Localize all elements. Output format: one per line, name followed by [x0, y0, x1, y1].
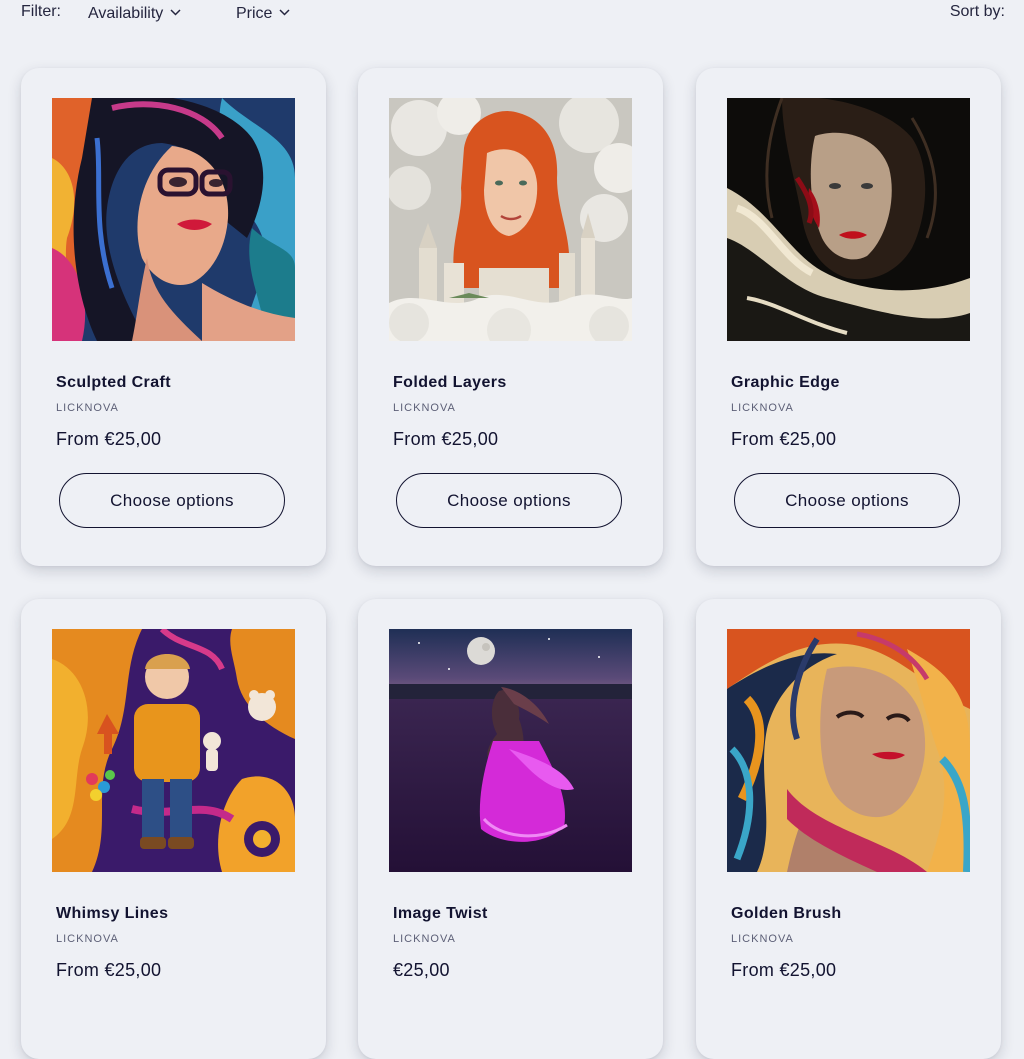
product-vendor: LICKNOVA — [393, 933, 456, 945]
product-card[interactable]: Whimsy Lines LICKNOVA From €25,00 — [21, 599, 326, 1059]
product-image[interactable] — [389, 629, 632, 872]
choose-options-button[interactable]: Choose options — [396, 473, 622, 528]
price-filter-dropdown[interactable]: Price — [236, 3, 290, 23]
availability-filter-label: Availability — [88, 5, 164, 22]
product-price: From €25,00 — [56, 429, 162, 449]
product-price: €25,00 — [393, 960, 450, 980]
product-card[interactable]: Sculpted Craft LICKNOVA From €25,00 Choo… — [21, 68, 326, 566]
product-image[interactable] — [727, 629, 970, 872]
product-card[interactable]: Folded Layers LICKNOVA From €25,00 Choos… — [358, 68, 663, 566]
product-price: From €25,00 — [731, 429, 837, 449]
product-vendor: LICKNOVA — [56, 402, 119, 414]
product-image[interactable] — [389, 98, 632, 341]
product-title[interactable]: Folded Layers — [393, 374, 507, 392]
availability-filter-dropdown[interactable]: Availability — [88, 3, 181, 23]
chevron-down-icon — [279, 3, 290, 21]
product-title[interactable]: Sculpted Craft — [56, 374, 171, 392]
filter-bar: Filter: Availability Price Sort by: — [0, 0, 1024, 26]
product-title[interactable]: Image Twist — [393, 905, 488, 923]
product-card[interactable]: Image Twist LICKNOVA €25,00 — [358, 599, 663, 1059]
product-price: From €25,00 — [56, 960, 162, 980]
product-vendor: LICKNOVA — [731, 933, 794, 945]
product-title[interactable]: Golden Brush — [731, 905, 842, 923]
product-price: From €25,00 — [731, 960, 837, 980]
sort-by-label: Sort by: — [949, 3, 1005, 20]
chevron-down-icon — [170, 3, 181, 21]
product-price: From €25,00 — [393, 429, 499, 449]
product-vendor: LICKNOVA — [393, 402, 456, 414]
product-title[interactable]: Graphic Edge — [731, 374, 840, 392]
product-image[interactable] — [727, 98, 970, 341]
choose-options-button[interactable]: Choose options — [59, 473, 285, 528]
product-vendor: LICKNOVA — [731, 402, 794, 414]
product-title[interactable]: Whimsy Lines — [56, 905, 168, 923]
product-image[interactable] — [52, 629, 295, 872]
choose-options-button[interactable]: Choose options — [734, 473, 960, 528]
filter-label: Filter: — [21, 3, 61, 20]
product-image[interactable] — [52, 98, 295, 341]
product-card[interactable]: Graphic Edge LICKNOVA From €25,00 Choose… — [696, 68, 1001, 566]
price-filter-label: Price — [236, 5, 273, 22]
product-card[interactable]: Golden Brush LICKNOVA From €25,00 — [696, 599, 1001, 1059]
product-vendor: LICKNOVA — [56, 933, 119, 945]
